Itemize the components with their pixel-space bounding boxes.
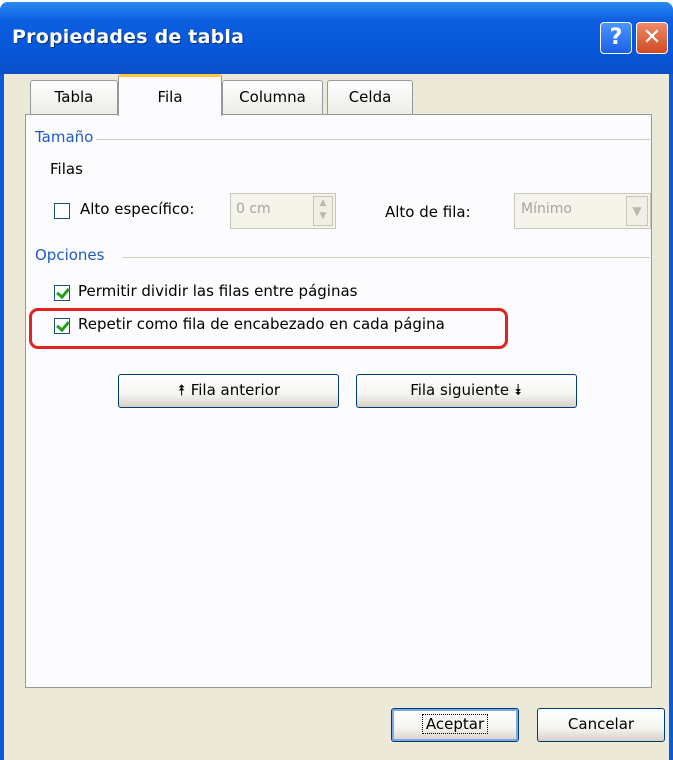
close-button[interactable]: ✕ bbox=[636, 22, 668, 54]
allow-split-label[interactable]: Permitir dividir las filas entre páginas bbox=[78, 282, 357, 300]
chevron-down-icon[interactable]: ▼ bbox=[626, 196, 648, 226]
tab-label: Fila bbox=[157, 88, 183, 106]
tab-tabla[interactable]: Tabla bbox=[30, 80, 118, 114]
row-height-label: Alto de fila: bbox=[385, 203, 471, 221]
height-value: 0 cm bbox=[236, 201, 271, 217]
tab-fila[interactable]: Fila bbox=[118, 74, 222, 116]
previous-row-label: ⯭ Fila anterior bbox=[176, 381, 281, 399]
spinner-arrows-icon[interactable]: ▲ ▼ bbox=[313, 196, 333, 226]
title-bar[interactable]: Propiedades de tabla ? ✕ bbox=[0, 2, 673, 74]
specific-height-label[interactable]: Alto específico: bbox=[80, 200, 194, 218]
tab-label: Columna bbox=[239, 88, 306, 106]
ok-label: Aceptar bbox=[421, 714, 489, 734]
cancel-label: Cancelar bbox=[567, 715, 635, 733]
help-button[interactable]: ? bbox=[600, 22, 632, 54]
highlight-annotation bbox=[29, 308, 508, 349]
previous-row-button[interactable]: ⯭ Fila anterior bbox=[118, 374, 339, 408]
tab-columna[interactable]: Columna bbox=[222, 80, 323, 114]
height-spinner[interactable]: 0 cm ▲ ▼ bbox=[230, 193, 336, 229]
allow-split-checkbox[interactable] bbox=[54, 285, 70, 301]
specific-height-checkbox[interactable] bbox=[54, 203, 70, 219]
cancel-button[interactable]: Cancelar bbox=[537, 708, 665, 742]
help-icon: ? bbox=[609, 25, 623, 50]
size-group-title: Tamaño bbox=[35, 128, 94, 146]
row-height-value: Mínimo bbox=[521, 201, 572, 217]
row-height-select[interactable]: Mínimo ▼ bbox=[514, 193, 651, 229]
rows-label: Filas bbox=[50, 160, 83, 178]
next-row-button[interactable]: Fila siguiente ⯯ bbox=[356, 374, 577, 408]
tab-label: Tabla bbox=[54, 88, 94, 106]
window-title: Propiedades de tabla bbox=[12, 26, 245, 48]
tab-label: Celda bbox=[348, 88, 392, 106]
ok-button[interactable]: Aceptar bbox=[391, 708, 519, 742]
close-icon: ✕ bbox=[642, 25, 662, 50]
next-row-label: Fila siguiente ⯯ bbox=[410, 381, 523, 399]
size-group-divider bbox=[96, 139, 650, 140]
options-group-divider bbox=[122, 257, 650, 258]
options-group-title: Opciones bbox=[35, 246, 105, 264]
tab-celda[interactable]: Celda bbox=[327, 80, 413, 114]
